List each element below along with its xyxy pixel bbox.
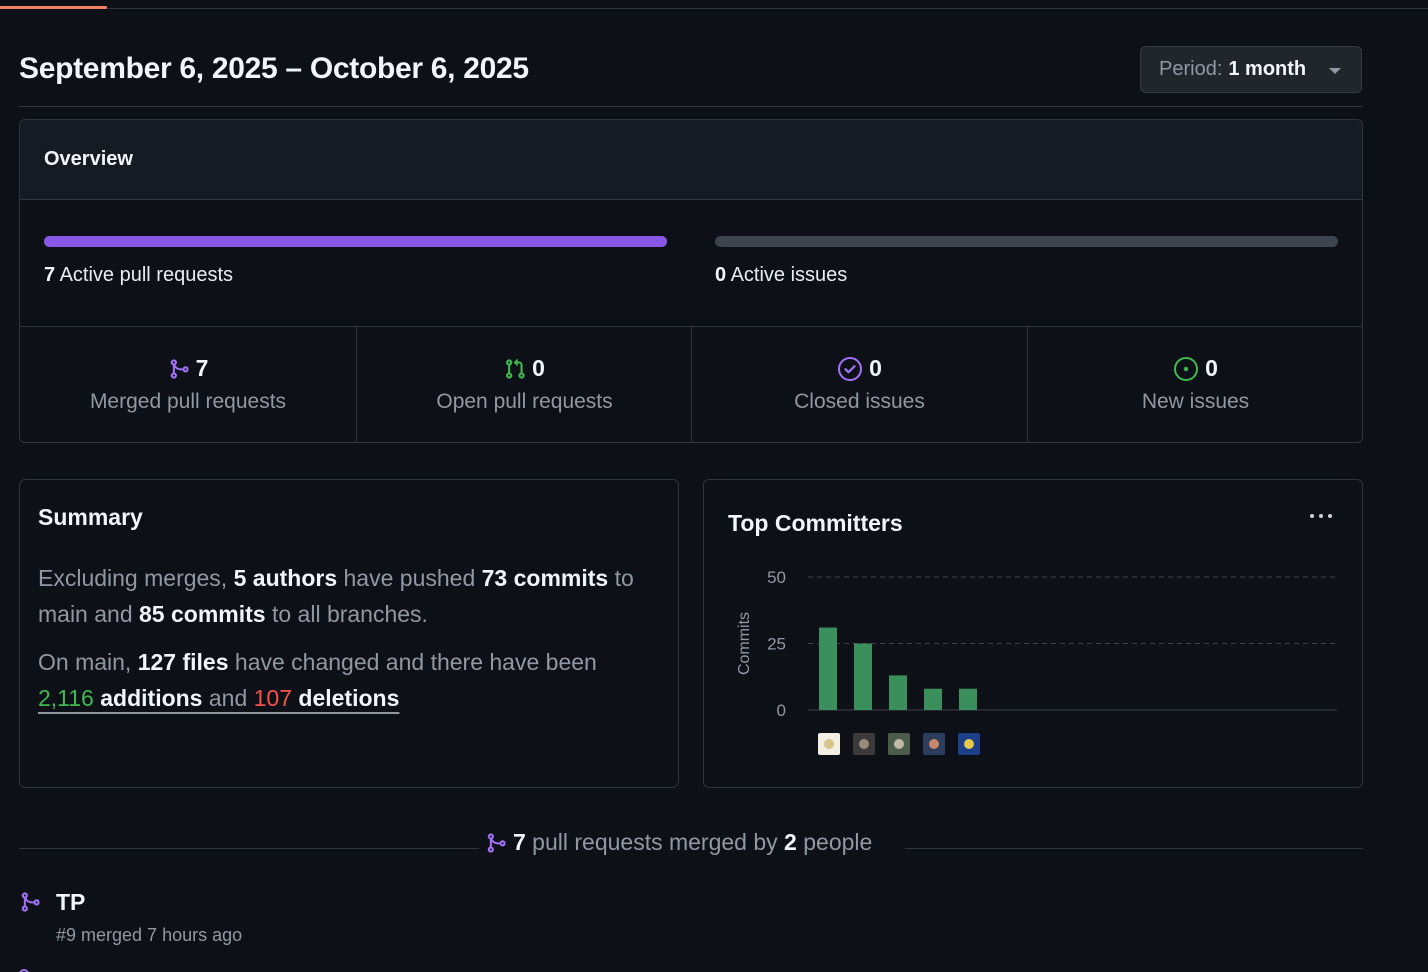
active-issues-label[interactable]: 0 Active issues <box>715 264 847 287</box>
people-count: 2 <box>784 829 797 855</box>
y-tick-label: 0 <box>777 701 786 720</box>
pull-request-title[interactable]: TP <box>56 889 85 916</box>
files-count: 127 files <box>137 649 229 675</box>
chart-bar <box>819 627 837 710</box>
summary-text: have pushed <box>337 565 482 591</box>
chart-bar <box>959 688 977 710</box>
period-dropdown[interactable]: Period: 1 month <box>1140 46 1362 93</box>
git-merge-icon <box>21 892 40 912</box>
active-prs-label[interactable]: 7 Active pull requests <box>44 264 233 287</box>
top-committers-card: Top Committers 0 25 50 Commits <box>703 479 1363 788</box>
summary-commits-paragraph: Excluding merges, 5 authors have pushed … <box>38 560 658 632</box>
merged-text: people <box>796 829 873 855</box>
top-committers-chart: 0 25 50 Commits <box>736 568 1337 755</box>
selected-tab-indicator <box>0 6 107 9</box>
stat-value: 0 <box>532 355 545 381</box>
title-divider <box>19 106 1363 107</box>
chart-bar <box>889 675 907 710</box>
active-issues-text: Active issues <box>730 264 848 286</box>
chart-bar <box>924 688 942 710</box>
committer-avatar-detail <box>964 739 974 749</box>
stat-value: 0 <box>869 355 882 381</box>
overview-panel: Overview 7 Active pull requests 0 Active… <box>19 119 1363 443</box>
additions-count: 2,116 <box>38 685 94 711</box>
stat-value: 7 <box>195 355 209 381</box>
git-merge-icon <box>487 832 506 853</box>
stat-label: Open pull requests <box>436 390 613 413</box>
stat-label: New issues <box>1141 390 1250 413</box>
issue-closed-icon <box>838 356 863 381</box>
merged-divider-right <box>905 848 1363 849</box>
merged-text: pull requests merged by <box>525 829 785 855</box>
committer-avatar-detail <box>929 739 939 749</box>
active-prs-count: 7 <box>44 264 56 286</box>
y-tick-label: 50 <box>767 568 786 587</box>
git-merge-icon <box>19 969 29 972</box>
period-value: 1 month <box>1228 58 1307 80</box>
summary-card: Summary Excluding merges, 5 authors have… <box>19 479 679 788</box>
stat-merged-prs[interactable]: 7 Merged pull requests <box>20 327 356 442</box>
y-tick-label: 25 <box>767 635 786 654</box>
header-divider <box>0 8 1428 9</box>
page-title: September 6, 2025 – October 6, 2025 <box>19 52 529 85</box>
authors-count: 5 authors <box>233 565 338 591</box>
stat-closed-issues[interactable]: 0 Closed issues <box>691 327 1027 442</box>
committer-avatar-detail <box>859 739 869 749</box>
period-label: Period: <box>1159 58 1223 80</box>
diff-stats-link[interactable]: 2,116 additions and 107 deletions <box>38 685 399 711</box>
stat-value: 0 <box>1205 355 1218 381</box>
active-prs-bar[interactable] <box>44 236 667 247</box>
stat-open-prs[interactable]: 0 Open pull requests <box>356 327 692 442</box>
active-prs-bar-fill <box>44 236 667 247</box>
summary-title: Summary <box>38 504 143 530</box>
summary-text: to all branches. <box>265 601 428 627</box>
main-commits-count: 73 commits <box>481 565 609 591</box>
summary-text: On main, <box>38 649 138 675</box>
issue-opened-icon <box>1174 356 1199 381</box>
summary-text: Excluding merges, <box>38 565 234 591</box>
stat-label: Closed issues <box>794 390 925 413</box>
committer-avatar-detail <box>894 739 904 749</box>
active-prs-text: Active pull requests <box>59 264 233 286</box>
merged-summary: 7 pull requests merged by 2 people <box>485 829 872 856</box>
git-merge-icon <box>170 358 189 379</box>
overview-header: Overview <box>20 120 1362 200</box>
summary-text: have changed and there have been <box>228 649 597 675</box>
pull-request-meta: #9 merged 7 hours ago <box>56 925 243 945</box>
git-pull-request-icon <box>506 358 525 379</box>
y-axis-label: Commits <box>736 612 753 675</box>
chart-bar <box>854 643 872 710</box>
stat-label: Merged pull requests <box>89 390 287 413</box>
committer-avatar-detail <box>824 739 834 749</box>
deletions-label: deletions <box>292 685 400 711</box>
merged-divider-left <box>19 848 479 849</box>
active-issues-bar[interactable] <box>715 236 1338 247</box>
overview-title: Overview <box>44 148 133 170</box>
deletions-count: 107 <box>253 685 293 711</box>
summary-text: and <box>202 685 254 711</box>
triangle-down-icon <box>1329 68 1341 74</box>
additions-label: additions <box>93 685 203 711</box>
all-commits-count: 85 commits <box>139 601 266 627</box>
stat-new-issues[interactable]: 0 New issues <box>1027 327 1362 442</box>
merged-count: 7 <box>513 829 526 855</box>
summary-changes-paragraph: On main, 127 files have changed and ther… <box>38 644 658 716</box>
active-issues-count: 0 <box>715 264 727 286</box>
